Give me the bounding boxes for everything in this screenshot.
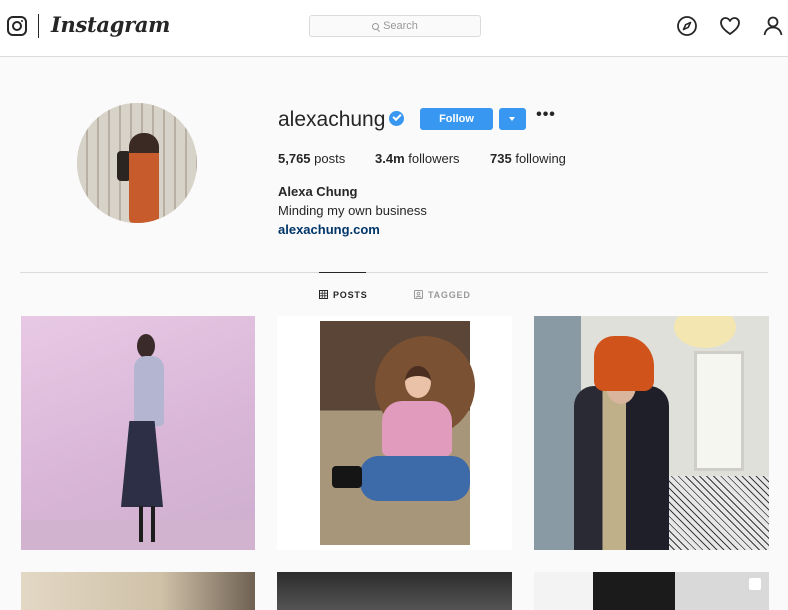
followers-label: followers: [408, 151, 460, 166]
post-image-coat: [574, 386, 669, 550]
profile-full-name: Alexa Chung: [278, 184, 358, 199]
search-icon: [372, 23, 380, 30]
nav-divider: [38, 14, 39, 38]
followers-count-stat[interactable]: 3.4m followers: [375, 151, 460, 166]
post-image-window: [694, 351, 744, 471]
tab-tagged-label: TAGGED: [428, 290, 471, 300]
tab-posts-label: POSTS: [333, 290, 368, 300]
post-image-photo: [320, 321, 475, 545]
instagram-logo-icon[interactable]: [7, 16, 27, 36]
post-thumbnail[interactable]: [21, 572, 255, 610]
posts-count: 5,765: [278, 151, 311, 166]
profile-avatar[interactable]: [77, 103, 197, 223]
profile-website-link[interactable]: alexachung.com: [278, 222, 380, 237]
post-image-legs: [139, 506, 155, 542]
multiple-images-icon: [749, 578, 761, 590]
more-options-button[interactable]: •••: [536, 107, 556, 128]
tab-posts[interactable]: POSTS: [319, 290, 368, 300]
heart-icon[interactable]: [719, 15, 741, 37]
profile-username: alexachung: [278, 108, 386, 131]
suggested-accounts-dropdown-button[interactable]: [499, 108, 526, 130]
post-thumbnail[interactable]: [277, 572, 512, 610]
following-count-stat[interactable]: 735 following: [490, 151, 566, 166]
post-image-hat: [594, 336, 654, 391]
post-thumbnail[interactable]: [534, 572, 769, 610]
top-nav: Instagram Search: [0, 0, 788, 57]
avatar-figure: [129, 133, 159, 223]
posts-label: posts: [314, 151, 346, 166]
post-thumbnail[interactable]: [21, 316, 255, 550]
instagram-wordmark[interactable]: Instagram: [51, 12, 170, 37]
post-image-floor: [21, 520, 255, 550]
tabs-divider: [20, 272, 768, 273]
search-placeholder: Search: [383, 20, 418, 32]
post-image-sweater: [382, 401, 452, 456]
tab-tagged[interactable]: TAGGED: [414, 290, 471, 300]
verified-badge-icon: [389, 111, 404, 126]
following-label: following: [515, 151, 566, 166]
profile-bio: Minding my own business: [278, 203, 427, 218]
post-thumbnail[interactable]: [534, 316, 769, 550]
search-input[interactable]: Search: [309, 15, 481, 37]
post-image-face: [405, 366, 431, 398]
followers-count: 3.4m: [375, 151, 405, 166]
explore-compass-icon[interactable]: [676, 15, 698, 37]
active-tab-indicator: [319, 272, 366, 273]
post-image-boot: [332, 466, 362, 488]
follow-button[interactable]: Follow: [420, 108, 493, 130]
post-image-skirt: [121, 421, 163, 507]
tagged-icon: [414, 290, 423, 299]
grid-icon: [319, 290, 328, 299]
post-image-jeans: [360, 456, 470, 501]
profile-user-icon[interactable]: [762, 15, 784, 37]
post-image-tiled-floor: [654, 476, 769, 550]
post-image-lamp: [674, 316, 736, 348]
posts-count-stat: 5,765 posts: [278, 151, 345, 166]
post-image-head: [137, 334, 155, 358]
post-thumbnail[interactable]: [277, 316, 512, 550]
following-count: 735: [490, 151, 512, 166]
post-image-top: [134, 356, 164, 426]
